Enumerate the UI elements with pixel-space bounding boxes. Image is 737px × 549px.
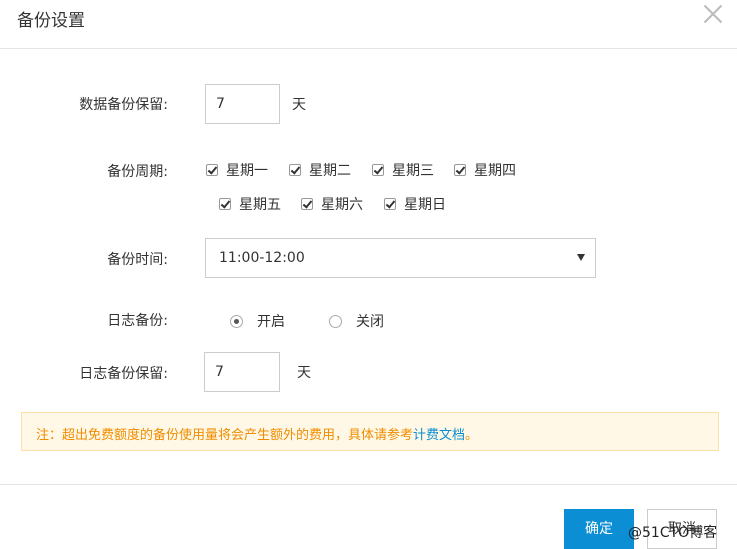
checkbox-icon bbox=[301, 198, 313, 210]
radio-log-off[interactable]: 关闭 bbox=[329, 311, 384, 331]
log-retention-input[interactable] bbox=[204, 352, 280, 392]
checkbox-monday[interactable]: 星期一 bbox=[206, 160, 268, 180]
checkbox-icon bbox=[206, 164, 218, 176]
watermark: @51CTO博客 bbox=[628, 525, 718, 541]
retention-input[interactable] bbox=[205, 84, 280, 124]
dialog-header: 备份设置 bbox=[0, 0, 737, 49]
log-retention-label: 日志备份保留: bbox=[79, 366, 168, 382]
checkbox-thursday[interactable]: 星期四 bbox=[454, 160, 516, 180]
checkbox-wednesday[interactable]: 星期三 bbox=[372, 160, 434, 180]
time-select[interactable]: 11:00-12:00 bbox=[205, 238, 596, 278]
radio-icon bbox=[329, 314, 342, 328]
footer-divider bbox=[0, 484, 737, 485]
time-label: 备份时间: bbox=[107, 252, 168, 268]
checkbox-friday[interactable]: 星期五 bbox=[219, 194, 281, 214]
retention-unit: 天 bbox=[292, 97, 306, 113]
checkbox-saturday[interactable]: 星期六 bbox=[301, 194, 363, 214]
close-icon[interactable] bbox=[702, 2, 724, 24]
radio-log-on[interactable]: 开启 bbox=[230, 311, 285, 331]
checkbox-icon bbox=[454, 164, 466, 176]
notice-text: 注：超出免费额度的备份使用量将会产生额外的费用，具体请参考 bbox=[36, 428, 414, 443]
log-backup-label: 日志备份: bbox=[107, 313, 168, 329]
dialog-title: 备份设置 bbox=[17, 11, 85, 31]
checkbox-tuesday[interactable]: 星期二 bbox=[289, 160, 351, 180]
checkbox-icon bbox=[289, 164, 301, 176]
checkbox-sunday[interactable]: 星期日 bbox=[384, 194, 446, 214]
log-retention-unit: 天 bbox=[297, 365, 311, 381]
retention-label: 数据备份保留: bbox=[79, 97, 168, 113]
checkbox-icon bbox=[219, 198, 231, 210]
radio-icon bbox=[230, 314, 243, 328]
checkbox-icon bbox=[384, 198, 396, 210]
checkbox-icon bbox=[372, 164, 384, 176]
chevron-down-icon bbox=[577, 254, 585, 261]
confirm-button[interactable]: 确定 bbox=[564, 509, 634, 549]
notice-suffix: 。 bbox=[465, 428, 479, 443]
cycle-label: 备份周期: bbox=[107, 164, 168, 180]
fee-notice: 注：超出免费额度的备份使用量将会产生额外的费用，具体请参考计费文档。 bbox=[21, 412, 719, 451]
billing-doc-link[interactable]: 计费文档 bbox=[413, 428, 465, 443]
time-select-value: 11:00-12:00 bbox=[219, 250, 305, 266]
